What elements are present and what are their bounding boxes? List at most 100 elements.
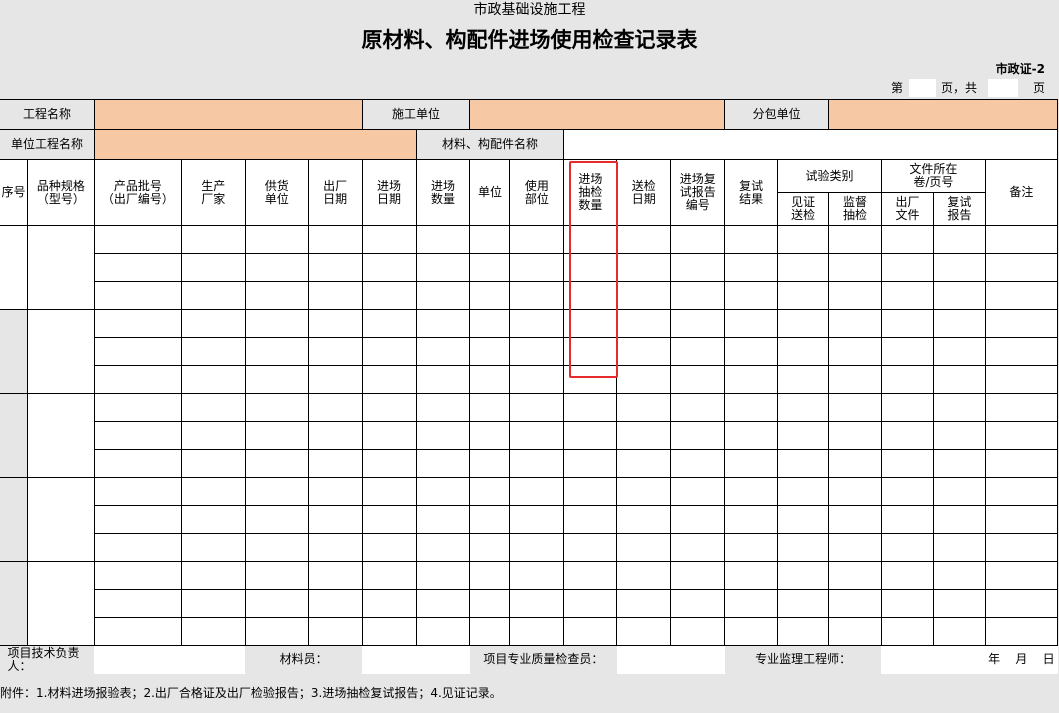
data-cell[interactable]: [361, 505, 417, 534]
data-cell[interactable]: [93, 421, 182, 450]
data-cell[interactable]: [93, 449, 182, 478]
data-cell[interactable]: [828, 477, 882, 506]
data-cell[interactable]: [828, 561, 882, 590]
data-cell[interactable]: [724, 449, 779, 478]
data-cell[interactable]: [777, 421, 830, 450]
data-cell[interactable]: [984, 225, 1059, 254]
data-cell[interactable]: [509, 589, 565, 618]
data-cell[interactable]: [724, 393, 779, 422]
data-cell[interactable]: [616, 561, 672, 590]
data-cell[interactable]: [670, 281, 726, 310]
data-cell[interactable]: [616, 589, 672, 618]
data-cell[interactable]: [180, 281, 246, 310]
data-cell[interactable]: [828, 365, 882, 394]
data-cell[interactable]: [307, 449, 363, 478]
data-cell[interactable]: [244, 253, 309, 282]
data-cell[interactable]: [932, 505, 986, 534]
data-cell[interactable]: [932, 561, 986, 590]
data-cell[interactable]: [469, 365, 511, 394]
data-cell[interactable]: [880, 421, 934, 450]
data-cell[interactable]: [93, 337, 182, 366]
data-cell[interactable]: [777, 449, 830, 478]
data-cell[interactable]: [180, 421, 246, 450]
data-cell[interactable]: [828, 393, 882, 422]
data-cell[interactable]: [361, 365, 417, 394]
data-cell[interactable]: [828, 421, 882, 450]
data-cell[interactable]: [984, 253, 1059, 282]
data-cell[interactable]: [828, 505, 882, 534]
data-cell[interactable]: [469, 449, 511, 478]
data-cell[interactable]: [670, 589, 726, 618]
data-cell[interactable]: [724, 309, 779, 338]
data-cell[interactable]: [307, 281, 363, 310]
data-cell[interactable]: [307, 309, 363, 338]
data-cell[interactable]: [509, 505, 565, 534]
data-cell[interactable]: [244, 561, 309, 590]
data-cell[interactable]: [180, 533, 246, 562]
data-cell[interactable]: [670, 449, 726, 478]
data-cell[interactable]: [932, 281, 986, 310]
data-cell[interactable]: [616, 477, 672, 506]
data-cell[interactable]: [932, 337, 986, 366]
data-cell[interactable]: [415, 253, 471, 282]
data-cell[interactable]: [180, 589, 246, 618]
data-cell[interactable]: [724, 281, 779, 310]
data-cell[interactable]: [932, 309, 986, 338]
data-cell[interactable]: [307, 365, 363, 394]
data-cell[interactable]: [244, 225, 309, 254]
data-cell[interactable]: [828, 533, 882, 562]
data-cell[interactable]: [984, 393, 1059, 422]
data-cell[interactable]: [415, 421, 471, 450]
data-cell[interactable]: [469, 477, 511, 506]
data-cell[interactable]: [93, 617, 182, 646]
data-cell[interactable]: [563, 505, 618, 534]
data-cell[interactable]: [984, 617, 1059, 646]
data-cell[interactable]: [244, 449, 309, 478]
data-cell[interactable]: [724, 617, 779, 646]
data-cell[interactable]: [670, 309, 726, 338]
data-cell[interactable]: [509, 561, 565, 590]
data-cell[interactable]: [670, 253, 726, 282]
data-cell[interactable]: [307, 589, 363, 618]
data-cell[interactable]: [880, 253, 934, 282]
project-name-field[interactable]: [93, 99, 363, 130]
data-cell[interactable]: [509, 477, 565, 506]
data-cell[interactable]: [244, 589, 309, 618]
data-cell[interactable]: [724, 365, 779, 394]
data-cell[interactable]: [616, 617, 672, 646]
data-cell[interactable]: [509, 253, 565, 282]
data-cell[interactable]: [93, 309, 182, 338]
data-cell[interactable]: [509, 365, 565, 394]
data-cell[interactable]: [563, 337, 618, 366]
data-cell[interactable]: [670, 617, 726, 646]
data-cell[interactable]: [616, 505, 672, 534]
data-cell[interactable]: [307, 253, 363, 282]
data-cell[interactable]: [616, 421, 672, 450]
data-cell[interactable]: [509, 309, 565, 338]
data-cell[interactable]: [361, 281, 417, 310]
data-cell[interactable]: [93, 505, 182, 534]
data-cell[interactable]: [180, 393, 246, 422]
data-cell[interactable]: [563, 617, 618, 646]
tech-leader-field[interactable]: [94, 645, 246, 674]
data-cell[interactable]: [469, 505, 511, 534]
data-cell[interactable]: [415, 617, 471, 646]
data-cell[interactable]: [93, 225, 182, 254]
contractor-field[interactable]: [469, 99, 726, 130]
data-cell[interactable]: [93, 365, 182, 394]
data-cell[interactable]: [880, 393, 934, 422]
data-cell[interactable]: [244, 365, 309, 394]
data-cell[interactable]: [984, 561, 1059, 590]
data-cell[interactable]: [361, 421, 417, 450]
data-cell[interactable]: [180, 253, 246, 282]
data-cell[interactable]: [880, 449, 934, 478]
data-cell[interactable]: [777, 393, 830, 422]
data-cell[interactable]: [563, 253, 618, 282]
data-cell[interactable]: [563, 449, 618, 478]
data-cell[interactable]: [563, 365, 618, 394]
data-cell[interactable]: [244, 337, 309, 366]
data-cell[interactable]: [828, 589, 882, 618]
data-cell[interactable]: [932, 589, 986, 618]
data-cell[interactable]: [563, 421, 618, 450]
data-cell[interactable]: [670, 365, 726, 394]
